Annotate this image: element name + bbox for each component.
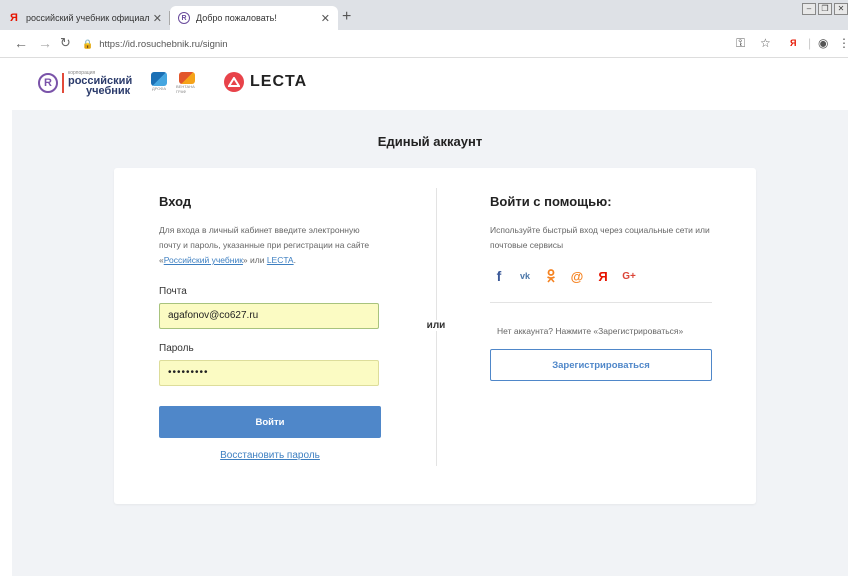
back-icon[interactable]: ← bbox=[14, 35, 28, 51]
restore-icon[interactable]: ❐ bbox=[818, 3, 832, 15]
restore-password-link[interactable]: Восстановить пароль bbox=[159, 450, 381, 461]
facebook-icon[interactable]: f bbox=[490, 267, 508, 285]
account-icon[interactable]: ◉ bbox=[818, 36, 828, 50]
address-bar: ← → ↻ 🔒 https://id.rosuchebnik.ru/signin… bbox=[0, 30, 848, 58]
social-description: Используйте быстрый вход через социальны… bbox=[490, 225, 710, 250]
login-desc-text: » или bbox=[242, 255, 267, 265]
yandex-icon: Я bbox=[10, 12, 18, 24]
browser-tab-bar: Я российский учебник официаль ✕ R Добро … bbox=[0, 0, 848, 30]
login-title: Вход bbox=[159, 194, 192, 209]
rosuchebnik-link[interactable]: Российский учебник bbox=[164, 255, 243, 265]
tab-title: Добро пожаловать! bbox=[196, 13, 277, 23]
login-section: Вход Для входа в личный кабинет введите … bbox=[159, 194, 381, 386]
password-field[interactable]: ••••••••• bbox=[159, 360, 379, 386]
no-account-text: Нет аккаунта? Нажмите «Зарегистрироватьс… bbox=[497, 326, 684, 336]
ventana-icon bbox=[179, 72, 195, 84]
menu-icon[interactable]: ⋮ bbox=[838, 36, 848, 50]
drofa-label: ДРОФА bbox=[151, 86, 167, 91]
browser-tab-yandex[interactable]: Я российский учебник официаль ✕ bbox=[0, 6, 170, 30]
register-button[interactable]: Зарегистрироваться bbox=[490, 349, 712, 381]
reload-icon[interactable]: ↻ bbox=[60, 35, 71, 51]
drofa-logo[interactable]: ДРОФА bbox=[148, 72, 170, 94]
ventana-logo[interactable]: ВЕНТАНА ГРАФ bbox=[176, 72, 198, 94]
yandex-icon[interactable]: Я bbox=[594, 267, 612, 285]
social-title: Войти с помощью: bbox=[490, 194, 612, 209]
url-text: https://id.rosuchebnik.ru/signin bbox=[99, 38, 228, 50]
lecta-link[interactable]: LECTA bbox=[267, 255, 294, 265]
logo-wordmark: корпорация российский учебник bbox=[68, 70, 132, 97]
google-plus-icon[interactable]: G+ bbox=[620, 267, 638, 285]
email-label: Почта bbox=[159, 286, 187, 297]
toolbar-divider: | bbox=[808, 36, 812, 50]
odnoklassniki-icon[interactable] bbox=[542, 267, 560, 285]
logo-divider bbox=[62, 73, 64, 93]
new-tab-icon[interactable]: + bbox=[342, 8, 351, 26]
rosuchebnik-logo[interactable]: R корпорация российский учебник bbox=[38, 70, 132, 97]
lecta-logo[interactable]: LECTA bbox=[224, 72, 307, 92]
close-icon[interactable]: ✕ bbox=[321, 12, 330, 25]
or-label: или bbox=[420, 320, 452, 331]
horizontal-divider bbox=[490, 302, 712, 303]
login-desc-text: . bbox=[293, 255, 296, 265]
tab-title: российский учебник официаль bbox=[26, 13, 149, 23]
rosuchebnik-icon: R bbox=[178, 12, 190, 24]
lecta-wordmark: LECTA bbox=[250, 73, 308, 90]
logo-line2: учебник bbox=[86, 85, 131, 97]
star-icon[interactable]: ☆ bbox=[760, 36, 771, 50]
page-title: Единый аккаунт bbox=[377, 134, 483, 149]
key-icon[interactable]: ⚿ bbox=[736, 36, 745, 51]
rosuchebnik-mark-icon: R bbox=[38, 73, 58, 93]
vk-icon[interactable]: vk bbox=[516, 267, 534, 285]
ventana-label: ВЕНТАНА ГРАФ bbox=[176, 84, 195, 94]
site-header: R корпорация российский учебник ДРОФА ВЕ… bbox=[0, 58, 848, 110]
main-area: Единый аккаунт Вход Для входа в личный к… bbox=[12, 110, 848, 576]
yandex-extension-icon[interactable]: Я bbox=[790, 38, 796, 48]
minimize-icon[interactable]: – bbox=[802, 3, 816, 15]
lecta-mark-icon bbox=[224, 72, 244, 92]
close-window-icon[interactable]: ✕ bbox=[834, 3, 848, 15]
window-controls: – ❐ ✕ bbox=[802, 3, 848, 15]
browser-tab-welcome[interactable]: R Добро пожаловать! ✕ bbox=[170, 6, 338, 30]
social-login-section: Войти с помощью: Используйте быстрый вхо… bbox=[490, 194, 712, 285]
email-field[interactable]: agafonov@co627.ru bbox=[159, 303, 379, 329]
url-field[interactable]: 🔒 https://id.rosuchebnik.ru/signin bbox=[82, 34, 722, 54]
social-icons: f vk @ Я G+ bbox=[490, 267, 712, 285]
close-icon[interactable]: ✕ bbox=[153, 12, 162, 25]
login-button[interactable]: Войти bbox=[159, 406, 381, 438]
forward-icon[interactable]: → bbox=[38, 35, 52, 51]
login-description: Для входа в личный кабинет введите элект… bbox=[159, 223, 381, 268]
mailru-icon[interactable]: @ bbox=[568, 267, 586, 285]
drofa-bird-icon bbox=[151, 72, 167, 86]
lock-icon: 🔒 bbox=[82, 38, 94, 49]
password-label: Пароль bbox=[159, 343, 194, 354]
auth-card: Вход Для входа в личный кабинет введите … bbox=[114, 168, 756, 504]
